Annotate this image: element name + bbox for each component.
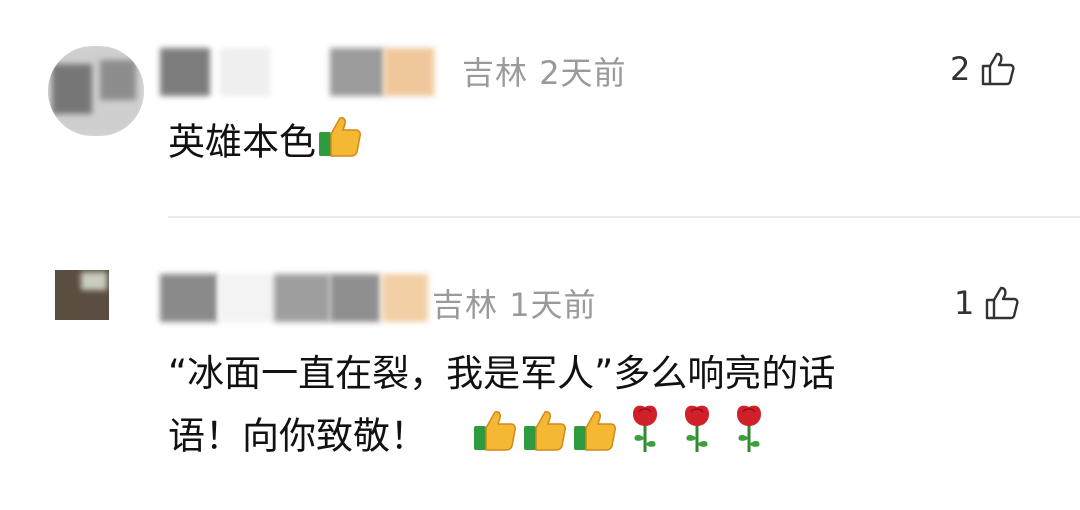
username-redacted[interactable] xyxy=(160,48,440,98)
location: 吉林 xyxy=(432,286,499,324)
rose-emoji-icon xyxy=(723,404,775,472)
comment-meta: 吉林 2天前 xyxy=(462,48,627,94)
comment-text: 英雄本色 xyxy=(168,112,362,176)
like-count: 1 xyxy=(954,284,975,322)
comment-text-content: 英雄本色 xyxy=(168,120,316,164)
location: 吉林 xyxy=(462,54,529,92)
thumbs-up-emoji-icon xyxy=(569,406,619,470)
avatar[interactable] xyxy=(48,46,144,136)
thumbs-up-emoji-icon xyxy=(316,112,362,176)
timestamp: 2天前 xyxy=(539,54,627,92)
thumbs-up-outline-icon xyxy=(984,285,1020,321)
rose-emoji-icon xyxy=(619,404,671,472)
comment-text-line: “冰面一直在裂，我是军人”多么响亮的话 xyxy=(168,352,836,395)
username-redacted[interactable] xyxy=(160,274,430,324)
comment-text-line: 语！向你致敬！ xyxy=(168,404,835,472)
like-count: 2 xyxy=(950,50,971,88)
like-button[interactable]: 2 xyxy=(950,50,1016,88)
comment-text-content: 语！向你致敬！ xyxy=(168,414,427,458)
comment-divider xyxy=(168,216,1080,218)
like-button[interactable]: 1 xyxy=(954,284,1020,322)
comment-item: 吉林 2天前 2 英雄本色 xyxy=(0,0,1080,218)
comment-item: 吉林 1天前 1 “冰面一直在裂，我是军人”多么响亮的话 语！向你致敬！ xyxy=(0,220,1080,510)
comment-text: “冰面一直在裂，我是军人”多么响亮的话 语！向你致敬！ xyxy=(168,344,835,472)
timestamp: 1天前 xyxy=(509,286,597,324)
thumbs-up-emoji-icon xyxy=(519,406,569,470)
avatar[interactable] xyxy=(55,270,109,320)
rose-emoji-icon xyxy=(671,404,723,472)
thumbs-up-emoji-icon xyxy=(469,406,519,470)
thumbs-up-outline-icon xyxy=(980,51,1016,87)
comment-meta: 吉林 1天前 xyxy=(432,280,597,326)
